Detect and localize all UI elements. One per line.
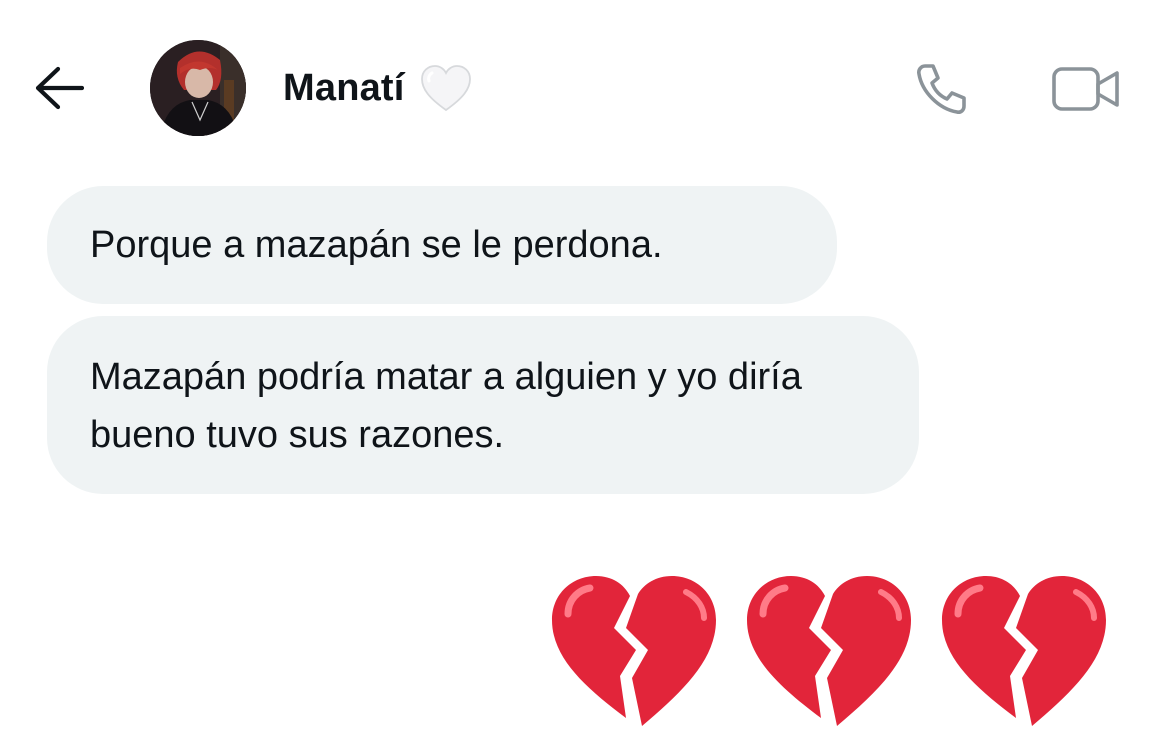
broken-heart-icon	[747, 576, 911, 726]
received-message[interactable]: Mazapán podría matar a alguien y yo dirí…	[47, 316, 919, 494]
phone-icon	[917, 64, 966, 114]
contact-avatar[interactable]	[150, 40, 246, 136]
video-call-button[interactable]	[1046, 56, 1126, 122]
received-message[interactable]: Porque a mazapán se le perdona.	[47, 186, 837, 304]
contact-name: Manatí	[283, 66, 405, 109]
call-button[interactable]	[908, 56, 974, 122]
back-button[interactable]	[28, 62, 88, 114]
avatar-photo	[150, 40, 246, 136]
message-text: Porque a mazapán se le perdona.	[90, 224, 663, 266]
broken-heart-icon	[552, 576, 716, 726]
conversation-header: Manatí	[0, 0, 1169, 170]
sent-emoji-message[interactable]	[540, 570, 1120, 730]
video-camera-icon	[1052, 67, 1119, 111]
message-text: Mazapán podría matar a alguien y yo dirí…	[90, 356, 802, 456]
contact-title[interactable]: Manatí	[283, 60, 473, 116]
arrow-left-icon	[35, 66, 84, 110]
white-heart-icon	[419, 63, 473, 113]
broken-heart-icon	[942, 576, 1106, 726]
